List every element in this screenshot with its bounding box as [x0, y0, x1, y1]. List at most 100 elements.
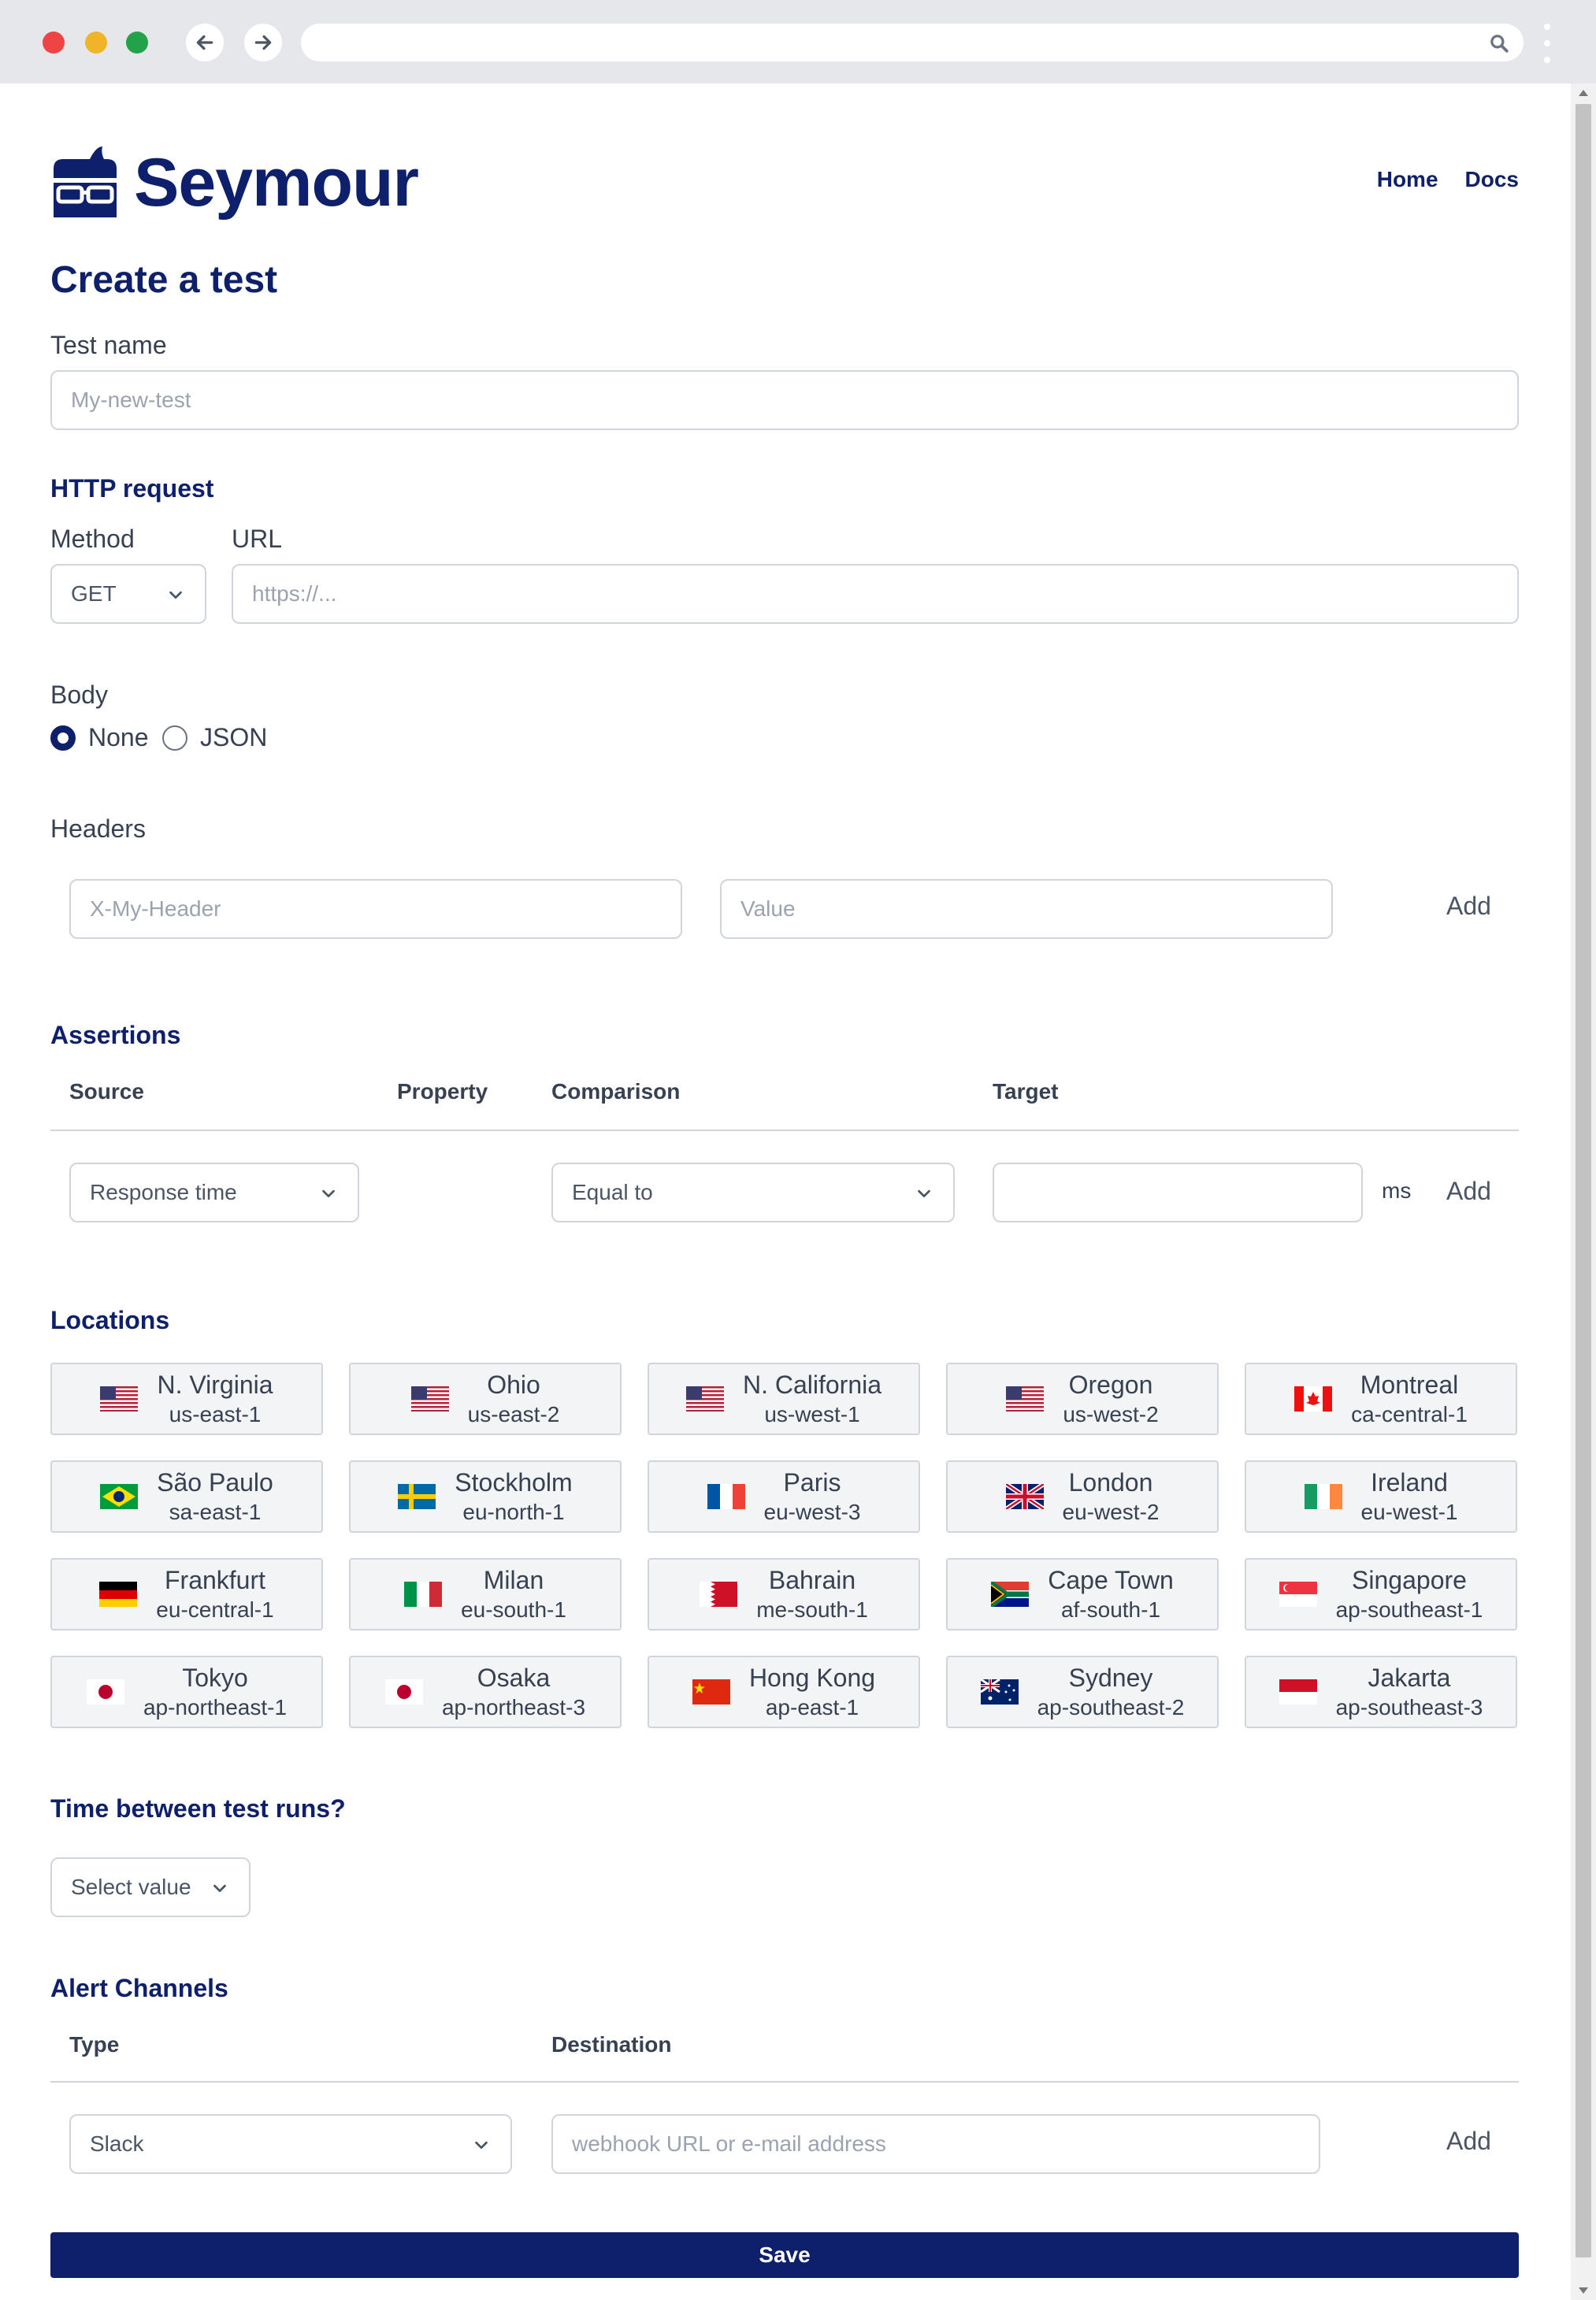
- alert-destination-input[interactable]: webhook URL or e-mail address: [551, 2114, 1320, 2174]
- alert-type-select[interactable]: Slack: [69, 2114, 512, 2174]
- method-label: Method: [50, 525, 135, 553]
- location-tile[interactable]: Sydney ap-southeast-2: [946, 1656, 1219, 1728]
- location-tile[interactable]: Bahrain me-south-1: [648, 1558, 920, 1630]
- schedule-select[interactable]: Select value: [50, 1857, 251, 1917]
- maximize-window-icon[interactable]: [126, 32, 148, 54]
- location-text: Milan eu-south-1: [461, 1564, 566, 1624]
- jp-flag-icon: [86, 1679, 124, 1705]
- browser-menu-icon[interactable]: [1542, 24, 1552, 63]
- body-none-radio[interactable]: None: [50, 723, 149, 752]
- location-tile[interactable]: London eu-west-2: [946, 1460, 1219, 1533]
- alerts-col-type: Type: [69, 2032, 120, 2057]
- radio-unchecked-icon: [162, 725, 187, 751]
- location-tile[interactable]: Milan eu-south-1: [349, 1558, 622, 1630]
- location-tile[interactable]: N. Virginia us-east-1: [50, 1363, 323, 1435]
- us-flag-icon: [1006, 1386, 1045, 1412]
- page: Seymour Home Docs Create a test Test nam…: [0, 83, 1571, 2300]
- page-title: Create a test: [50, 259, 278, 301]
- assertion-source-value: Response time: [90, 1180, 237, 1204]
- assertion-source-select[interactable]: Response time: [69, 1163, 359, 1222]
- location-city: Hong Kong: [748, 1664, 876, 1692]
- location-tile[interactable]: Cape Town af-south-1: [946, 1558, 1219, 1630]
- location-region: ap-southeast-1: [1335, 1597, 1483, 1622]
- location-tile[interactable]: Hong Kong ap-east-1: [648, 1656, 920, 1728]
- scroll-up-icon[interactable]: [1579, 90, 1588, 96]
- close-window-icon[interactable]: [43, 32, 65, 54]
- location-tile[interactable]: São Paulo sa-east-1: [50, 1460, 323, 1533]
- chevron-down-icon: [213, 1884, 226, 1893]
- nav-home-link[interactable]: Home: [1377, 167, 1438, 192]
- location-text: Ireland eu-west-1: [1361, 1467, 1458, 1527]
- header-name-placeholder: X-My-Header: [90, 896, 221, 921]
- brand-logo[interactable]: Seymour: [50, 135, 419, 230]
- location-tile[interactable]: Paris eu-west-3: [648, 1460, 920, 1533]
- method-select[interactable]: GET: [50, 564, 206, 624]
- save-button[interactable]: Save: [50, 2232, 1519, 2278]
- cn-flag-icon: [692, 1679, 730, 1705]
- body-json-radio[interactable]: JSON: [162, 723, 267, 752]
- location-region: ap-southeast-2: [1037, 1695, 1185, 1719]
- assertion-target-input[interactable]: [993, 1163, 1363, 1222]
- address-bar[interactable]: [301, 24, 1524, 61]
- location-city: Frankfurt: [164, 1566, 266, 1594]
- location-city: N. California: [742, 1371, 882, 1399]
- locations-heading: Locations: [50, 1306, 170, 1334]
- scroll-down-icon[interactable]: [1579, 2287, 1588, 2294]
- top-nav: Home Docs: [1377, 167, 1519, 192]
- us-flag-icon: [685, 1386, 724, 1412]
- location-text: Cape Town af-south-1: [1048, 1564, 1174, 1624]
- location-region: eu-north-1: [462, 1500, 565, 1524]
- location-city: London: [1068, 1468, 1153, 1497]
- location-region: us-east-1: [169, 1402, 262, 1426]
- location-tile[interactable]: Montreal ca-central-1: [1245, 1363, 1517, 1435]
- location-region: ap-northeast-3: [441, 1695, 586, 1719]
- location-tile[interactable]: N. California us-west-1: [648, 1363, 920, 1435]
- location-city: Milan: [483, 1566, 544, 1594]
- location-region: ap-southeast-3: [1335, 1695, 1483, 1719]
- test-name-input[interactable]: My-new-test: [50, 370, 1519, 430]
- bh-flag-icon: [700, 1582, 738, 1607]
- add-assertion-button[interactable]: Add: [1446, 1177, 1491, 1206]
- location-tile[interactable]: Ireland eu-west-1: [1245, 1460, 1517, 1533]
- assertions-col-comparison: Comparison: [551, 1079, 681, 1104]
- location-tile[interactable]: Stockholm eu-north-1: [349, 1460, 622, 1533]
- test-name-placeholder: My-new-test: [71, 388, 191, 412]
- location-tile[interactable]: Ohio us-east-2: [349, 1363, 622, 1435]
- url-placeholder: https://...: [252, 581, 337, 606]
- location-tile[interactable]: Jakarta ap-southeast-3: [1245, 1656, 1517, 1728]
- nav-docs-link[interactable]: Docs: [1465, 167, 1519, 192]
- body-label: Body: [50, 681, 108, 709]
- location-text: Jakarta ap-southeast-3: [1336, 1662, 1483, 1722]
- page-scrollbar[interactable]: [1571, 83, 1596, 2300]
- location-tile[interactable]: Oregon us-west-2: [946, 1363, 1219, 1435]
- de-flag-icon: [99, 1582, 138, 1607]
- header-name-input[interactable]: X-My-Header: [69, 879, 682, 939]
- location-city: São Paulo: [157, 1468, 273, 1497]
- id-flag-icon: [1279, 1679, 1317, 1705]
- it-flag-icon: [404, 1582, 443, 1607]
- location-city: Bahrain: [768, 1566, 856, 1594]
- back-button[interactable]: [186, 24, 224, 61]
- location-region: eu-west-1: [1360, 1500, 1458, 1524]
- forward-button[interactable]: [244, 24, 282, 61]
- location-region: eu-west-2: [1062, 1500, 1160, 1524]
- scrollbar-thumb[interactable]: [1576, 104, 1591, 2257]
- assertions-col-source: Source: [69, 1079, 144, 1104]
- us-flag-icon: [100, 1386, 139, 1412]
- assertions-col-property: Property: [397, 1079, 488, 1104]
- au-flag-icon: [980, 1679, 1019, 1705]
- body-json-label: JSON: [200, 723, 268, 751]
- header-value-input[interactable]: Value: [720, 879, 1333, 939]
- location-tile[interactable]: Singapore ap-southeast-1: [1245, 1558, 1517, 1630]
- add-header-button[interactable]: Add: [1446, 892, 1491, 921]
- minimize-window-icon[interactable]: [85, 32, 107, 54]
- location-tile[interactable]: Osaka ap-northeast-3: [349, 1656, 622, 1728]
- seymour-logo-icon: [54, 147, 117, 217]
- locations-grid: N. Virginia us-east-1 Ohio us-east-2 N. Cali…: [50, 1363, 1519, 1728]
- add-alert-button[interactable]: Add: [1446, 2127, 1491, 2156]
- url-input[interactable]: https://...: [232, 564, 1519, 624]
- location-text: Tokyo ap-northeast-1: [143, 1662, 287, 1722]
- assertion-comparison-select[interactable]: Equal to: [551, 1163, 955, 1222]
- location-tile[interactable]: Tokyo ap-northeast-1: [50, 1656, 323, 1728]
- location-tile[interactable]: Frankfurt eu-central-1: [50, 1558, 323, 1630]
